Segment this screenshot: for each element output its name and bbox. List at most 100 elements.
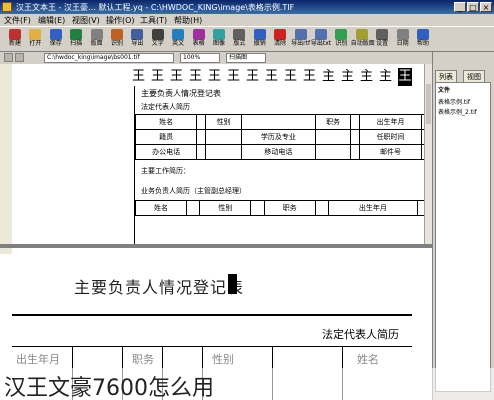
toolbar-label: 撤销 [253,40,266,47]
table-cell [205,144,242,160]
toolbar-label: 导出rtf [291,40,311,47]
doc-section-2: 主要工作简历： [141,167,190,175]
vertical-scrollbar[interactable] [424,64,432,244]
ocr-char[interactable]: 王 [303,68,316,86]
toolbar-label: 保存 [49,40,62,47]
toolbar-button[interactable]: 新建 [4,28,26,50]
file-list-header: 文件 [438,87,451,94]
toolbar-label: 识别 [335,40,348,47]
scroll-thumb[interactable] [426,84,431,124]
close-button[interactable]: × [480,2,492,12]
main-toolbar: 新建 打开 保存 扫描 版面 识别 导出 文字 英文 表格 图像 版式 撤销 清除 导出rtf 导出txt 识别… [0,26,494,52]
menu-edit[interactable]: 编辑(E) [38,15,65,26]
table-cell [314,144,352,160]
menu-file[interactable]: 文件(F) [4,15,31,26]
ocr-char[interactable]: 主 [360,68,373,86]
toolbar-label: 文字 [151,40,164,47]
title-bar: 汉王文本王 - 汉王豪… 默认工程.yq - C:\HWDOC_KING\ima… [0,0,494,14]
prev-page-icon[interactable] [4,53,13,62]
table-cell [350,144,361,160]
toolbar-button[interactable]: 表格 [188,28,210,50]
ocr-char[interactable]: 主 [379,68,392,86]
toolbar-icon [376,29,389,40]
file-path-field[interactable]: C:\hwdoc_king\image\bs001.tif [44,53,174,63]
zoom-section-label: 法定代表人简历 [322,328,399,341]
toolbar-label: 新建 [8,40,21,47]
table-cell: 任职时间 [359,129,422,145]
toolbar-label: 版面 [90,40,103,47]
toolbar-button[interactable]: 设置 [371,28,393,50]
toolbar-label: 版式 [233,40,246,47]
toolbar-button[interactable]: 识别 [330,28,352,50]
ocr-char-selected[interactable]: 王 [398,68,412,86]
ocr-char[interactable]: 王 [208,68,221,86]
toolbar-button[interactable]: 版面 [86,28,108,50]
table-cell: 姓名 [135,200,187,216]
toolbar-icon [335,29,348,40]
toolbar-button[interactable]: 识别 [106,28,128,50]
menu-tools[interactable]: 工具(T) [140,15,167,26]
ocr-char[interactable]: 王 [151,68,164,86]
ocr-character-row[interactable]: 王王王王王王王王王王主主主主王 [132,68,432,86]
ocr-char[interactable]: 王 [284,68,297,86]
toolbar-label: 导出 [131,40,144,47]
toolbar-icon [9,29,21,40]
text-cursor [228,274,237,294]
menu-help[interactable]: 帮助(H) [174,15,202,26]
toolbar-button[interactable]: 文字 [147,28,169,50]
maximize-button[interactable]: □ [467,2,479,12]
table-cell [350,114,361,130]
secondary-toolbar: C:\hwdoc_king\image\bs001.tif 100% 扫描图 [0,52,430,64]
toolbar-button[interactable]: 打开 [24,28,46,50]
table-row: 姓名 性别 职务 出生年月 [134,114,432,130]
toolbar-icon [151,29,164,40]
ocr-char[interactable]: 王 [227,68,240,86]
minimize-button[interactable]: _ [454,2,466,12]
table-cell [196,144,207,160]
toolbar-button[interactable]: 帮助 [412,28,434,50]
table-cell [196,114,207,130]
table-row: 籍贯 学历及专业 任职时间 [134,129,432,145]
toolbar-button[interactable]: 自动版面 [351,28,375,50]
toolbar-button[interactable]: 保存 [45,28,67,50]
toolbar-button[interactable]: 扫描 [65,28,87,50]
toolbar-icon [49,29,62,40]
table-row: 办公电话 移动电话 邮件号 [134,144,432,160]
recognition-pane[interactable]: 王王王王王王王王王王主主主主王 主要负责人情况登记表 法定代表人简历 姓名 性别职… [12,64,432,244]
next-page-icon[interactable] [15,53,24,62]
zoom-select[interactable]: 100% [180,53,220,63]
form-table-2: 姓名 性别 职务 出生年月 [135,200,432,216]
toolbar-button[interactable]: 撤销 [249,28,271,50]
toolbar-button[interactable]: 导出txt [310,28,332,50]
menu-view[interactable]: 视图(V) [72,15,100,26]
ocr-char[interactable]: 主 [341,68,354,86]
toolbar-label: 清除 [274,40,287,47]
toolbar-button[interactable]: 导出 [126,28,148,50]
toolbar-button[interactable]: 图像 [208,28,230,50]
document-page: 主要负责人情况登记表 法定代表人简历 姓名 性别 职务 出生年月 籍贯 学历及专业 任职时间… [134,86,432,244]
table-cell [240,114,316,130]
toolbar-label: 识别 [110,40,123,47]
zoom-cell-name: 姓名 [357,353,379,366]
toolbar-button[interactable]: 英文 [167,28,189,50]
toolbar-button[interactable]: 导出rtf [290,28,312,50]
list-item[interactable]: 表格示例.tif [438,97,470,106]
list-item[interactable]: 表格示例_2.tif [438,107,477,116]
toolbar-button[interactable]: 日期 [392,28,414,50]
toolbar-icon [315,29,327,40]
menu-operate[interactable]: 操作(O) [106,15,135,26]
file-list: 文件 表格示例.tif 表格示例_2.tif [435,82,491,392]
ocr-char[interactable]: 主 [322,68,335,86]
ocr-char[interactable]: 王 [170,68,183,86]
toolbar-button[interactable]: 清除 [269,28,291,50]
toolbar-icon [294,29,307,40]
ocr-char[interactable]: 王 [246,68,259,86]
ocr-char[interactable]: 王 [265,68,278,86]
view-select[interactable]: 扫描图 [226,53,266,63]
ocr-char[interactable]: 王 [189,68,202,86]
table-cell: 性别 [205,114,242,130]
menu-bar: 文件(F) 编辑(E) 视图(V) 操作(O) 工具(T) 帮助(H) [0,14,494,26]
ocr-char[interactable]: 王 [132,68,145,86]
toolbar-button[interactable]: 版式 [228,28,250,50]
table-cell: 办公电话 [134,144,198,160]
